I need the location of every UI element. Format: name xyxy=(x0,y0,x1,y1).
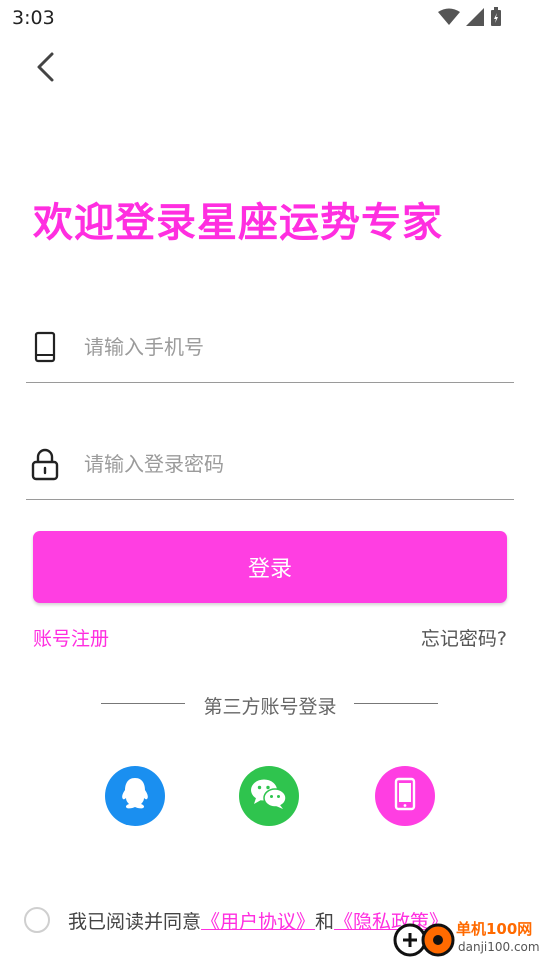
phone-icon xyxy=(30,330,60,364)
agreement-row: 我已阅读并同意 《用户协议》 和 《隐私政策》 xyxy=(24,905,448,935)
login-button[interactable]: 登录 xyxy=(33,531,507,603)
wechat-icon xyxy=(249,777,289,815)
qq-icon xyxy=(118,775,152,817)
user-agreement-link[interactable]: 《用户协议》 xyxy=(201,907,315,934)
wechat-login-button[interactable] xyxy=(239,766,299,826)
watermark-text: 单机100网 xyxy=(456,920,533,938)
qq-login-button[interactable] xyxy=(105,766,165,826)
watermark-domain: danji100.com xyxy=(458,940,540,954)
third-party-title: 第三方账号登录 xyxy=(203,696,337,718)
watermark-logo-icon xyxy=(393,923,455,957)
mobile-login-button[interactable] xyxy=(375,766,435,826)
phone-input[interactable] xyxy=(82,328,486,366)
battery-icon xyxy=(490,7,502,31)
back-button[interactable] xyxy=(28,50,62,88)
cell-signal-icon xyxy=(466,8,484,30)
welcome-title: 欢迎登录星座运势专家 xyxy=(33,200,443,246)
status-time: 3:03 xyxy=(12,7,55,29)
watermark: 单机100网 danji100.com xyxy=(392,918,540,960)
phone-field xyxy=(26,322,514,383)
status-icons xyxy=(438,7,502,31)
agreement-checkbox[interactable] xyxy=(24,907,50,933)
wifi-icon xyxy=(438,8,460,30)
mobile-icon xyxy=(394,777,416,815)
divider-right xyxy=(354,703,438,704)
lock-icon xyxy=(30,447,60,481)
chevron-left-icon xyxy=(35,51,55,87)
password-field xyxy=(26,439,514,500)
status-bar: 3:03 xyxy=(0,0,540,36)
password-input[interactable] xyxy=(82,445,486,483)
register-link[interactable]: 账号注册 xyxy=(33,624,109,651)
forgot-password-link[interactable]: 忘记密码? xyxy=(421,624,507,651)
agreement-and: 和 xyxy=(315,910,335,933)
agreement-prefix: 我已阅读并同意 xyxy=(68,910,202,933)
